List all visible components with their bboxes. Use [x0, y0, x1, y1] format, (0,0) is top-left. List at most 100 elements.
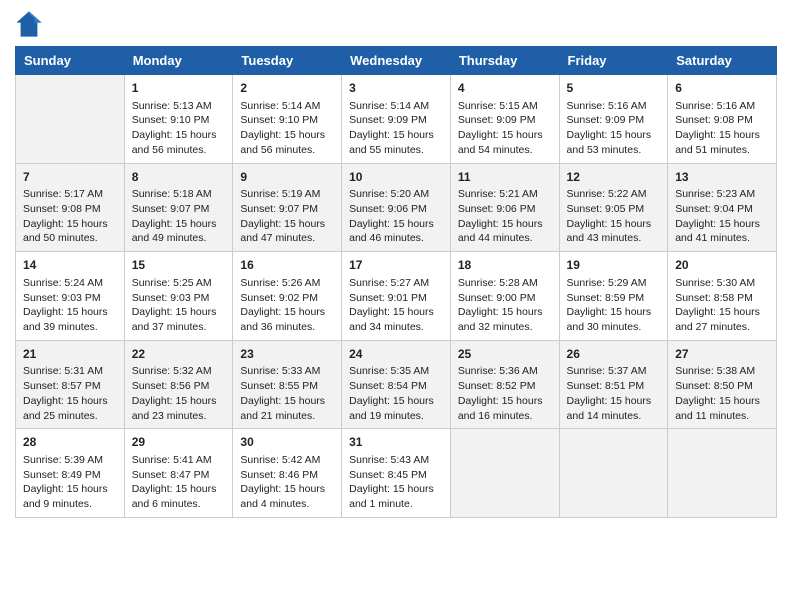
day-info: Sunrise: 5:14 AM Sunset: 9:10 PM Dayligh… — [240, 99, 334, 158]
day-number: 19 — [567, 257, 661, 274]
day-info: Sunrise: 5:25 AM Sunset: 9:03 PM Dayligh… — [132, 276, 226, 335]
day-cell: 11Sunrise: 5:21 AM Sunset: 9:06 PM Dayli… — [450, 163, 559, 252]
day-info: Sunrise: 5:19 AM Sunset: 9:07 PM Dayligh… — [240, 187, 334, 246]
week-row-1: 1Sunrise: 5:13 AM Sunset: 9:10 PM Daylig… — [16, 75, 777, 164]
col-header-wednesday: Wednesday — [342, 47, 451, 75]
day-cell: 9Sunrise: 5:19 AM Sunset: 9:07 PM Daylig… — [233, 163, 342, 252]
day-info: Sunrise: 5:37 AM Sunset: 8:51 PM Dayligh… — [567, 364, 661, 423]
week-row-4: 21Sunrise: 5:31 AM Sunset: 8:57 PM Dayli… — [16, 340, 777, 429]
day-number: 12 — [567, 169, 661, 186]
calendar-body: 1Sunrise: 5:13 AM Sunset: 9:10 PM Daylig… — [16, 75, 777, 518]
day-info: Sunrise: 5:21 AM Sunset: 9:06 PM Dayligh… — [458, 187, 552, 246]
day-number: 24 — [349, 346, 443, 363]
day-info: Sunrise: 5:16 AM Sunset: 9:08 PM Dayligh… — [675, 99, 769, 158]
day-cell: 21Sunrise: 5:31 AM Sunset: 8:57 PM Dayli… — [16, 340, 125, 429]
day-cell: 6 Sunrise: 5:16 AM Sunset: 9:08 PM Daylig… — [668, 75, 777, 164]
logo-icon — [15, 10, 43, 38]
week-row-3: 14 Sunrise: 5:24 AM Sunset: 9:03 PM Dayli… — [16, 252, 777, 341]
day-number: 28 — [23, 434, 117, 451]
day-number: 8 — [132, 169, 226, 186]
day-info: Sunrise: 5:20 AM Sunset: 9:06 PM Dayligh… — [349, 187, 443, 246]
day-cell: 27Sunrise: 5:38 AM Sunset: 8:50 PM Dayli… — [668, 340, 777, 429]
day-number: 11 — [458, 169, 552, 186]
day-number: 23 — [240, 346, 334, 363]
day-info: Sunrise: 5:13 AM Sunset: 9:10 PM Dayligh… — [132, 99, 226, 158]
day-cell: 10Sunrise: 5:20 AM Sunset: 9:06 PM Dayli… — [342, 163, 451, 252]
day-info: Sunrise: 5:27 AM Sunset: 9:01 PM Dayligh… — [349, 276, 443, 335]
day-number: 31 — [349, 434, 443, 451]
day-cell: 1Sunrise: 5:13 AM Sunset: 9:10 PM Daylig… — [124, 75, 233, 164]
day-number: 30 — [240, 434, 334, 451]
header — [15, 10, 777, 38]
day-info: Sunrise: 5:28 AM Sunset: 9:00 PM Dayligh… — [458, 276, 552, 335]
day-cell — [450, 429, 559, 518]
day-info: Sunrise: 5:39 AM Sunset: 8:49 PM Dayligh… — [23, 453, 117, 512]
day-info: Sunrise: 5:26 AM Sunset: 9:02 PM Dayligh… — [240, 276, 334, 335]
day-cell: 18 Sunrise: 5:28 AM Sunset: 9:00 PM Dayli… — [450, 252, 559, 341]
day-cell: 2 Sunrise: 5:14 AM Sunset: 9:10 PM Daylig… — [233, 75, 342, 164]
week-row-5: 28 Sunrise: 5:39 AM Sunset: 8:49 PM Dayli… — [16, 429, 777, 518]
day-info: Sunrise: 5:14 AM Sunset: 9:09 PM Dayligh… — [349, 99, 443, 158]
day-number: 25 — [458, 346, 552, 363]
day-number: 4 — [458, 80, 552, 97]
day-number: 22 — [132, 346, 226, 363]
day-cell: 12Sunrise: 5:22 AM Sunset: 9:05 PM Dayli… — [559, 163, 668, 252]
day-cell — [16, 75, 125, 164]
day-info: Sunrise: 5:38 AM Sunset: 8:50 PM Dayligh… — [675, 364, 769, 423]
day-number: 27 — [675, 346, 769, 363]
day-cell: 20 Sunrise: 5:30 AM Sunset: 8:58 PM Dayli… — [668, 252, 777, 341]
day-number: 20 — [675, 257, 769, 274]
day-cell: 14 Sunrise: 5:24 AM Sunset: 9:03 PM Dayli… — [16, 252, 125, 341]
week-row-2: 7Sunrise: 5:17 AM Sunset: 9:08 PM Daylig… — [16, 163, 777, 252]
day-cell: 30 Sunrise: 5:42 AM Sunset: 8:46 PM Dayli… — [233, 429, 342, 518]
day-info: Sunrise: 5:17 AM Sunset: 9:08 PM Dayligh… — [23, 187, 117, 246]
day-number: 14 — [23, 257, 117, 274]
day-info: Sunrise: 5:16 AM Sunset: 9:09 PM Dayligh… — [567, 99, 661, 158]
day-cell: 5Sunrise: 5:16 AM Sunset: 9:09 PM Daylig… — [559, 75, 668, 164]
day-number: 6 — [675, 80, 769, 97]
day-number: 2 — [240, 80, 334, 97]
day-info: Sunrise: 5:24 AM Sunset: 9:03 PM Dayligh… — [23, 276, 117, 335]
day-info: Sunrise: 5:15 AM Sunset: 9:09 PM Dayligh… — [458, 99, 552, 158]
day-info: Sunrise: 5:36 AM Sunset: 8:52 PM Dayligh… — [458, 364, 552, 423]
day-info: Sunrise: 5:43 AM Sunset: 8:45 PM Dayligh… — [349, 453, 443, 512]
day-number: 15 — [132, 257, 226, 274]
calendar-header: SundayMondayTuesdayWednesdayThursdayFrid… — [16, 47, 777, 75]
day-number: 18 — [458, 257, 552, 274]
day-info: Sunrise: 5:29 AM Sunset: 8:59 PM Dayligh… — [567, 276, 661, 335]
day-info: Sunrise: 5:18 AM Sunset: 9:07 PM Dayligh… — [132, 187, 226, 246]
day-info: Sunrise: 5:30 AM Sunset: 8:58 PM Dayligh… — [675, 276, 769, 335]
col-header-saturday: Saturday — [668, 47, 777, 75]
day-cell: 26Sunrise: 5:37 AM Sunset: 8:51 PM Dayli… — [559, 340, 668, 429]
day-cell: 15 Sunrise: 5:25 AM Sunset: 9:03 PM Dayli… — [124, 252, 233, 341]
day-cell — [668, 429, 777, 518]
col-header-friday: Friday — [559, 47, 668, 75]
day-cell: 25Sunrise: 5:36 AM Sunset: 8:52 PM Dayli… — [450, 340, 559, 429]
day-cell: 19 Sunrise: 5:29 AM Sunset: 8:59 PM Dayli… — [559, 252, 668, 341]
day-cell: 29Sunrise: 5:41 AM Sunset: 8:47 PM Dayli… — [124, 429, 233, 518]
day-cell: 23Sunrise: 5:33 AM Sunset: 8:55 PM Dayli… — [233, 340, 342, 429]
day-info: Sunrise: 5:33 AM Sunset: 8:55 PM Dayligh… — [240, 364, 334, 423]
day-cell: 3Sunrise: 5:14 AM Sunset: 9:09 PM Daylig… — [342, 75, 451, 164]
day-number: 10 — [349, 169, 443, 186]
day-number: 16 — [240, 257, 334, 274]
day-cell: 28 Sunrise: 5:39 AM Sunset: 8:49 PM Dayli… — [16, 429, 125, 518]
day-cell: 24Sunrise: 5:35 AM Sunset: 8:54 PM Dayli… — [342, 340, 451, 429]
day-cell: 4 Sunrise: 5:15 AM Sunset: 9:09 PM Daylig… — [450, 75, 559, 164]
day-cell: 31 Sunrise: 5:43 AM Sunset: 8:45 PM Dayli… — [342, 429, 451, 518]
day-cell: 7Sunrise: 5:17 AM Sunset: 9:08 PM Daylig… — [16, 163, 125, 252]
day-number: 21 — [23, 346, 117, 363]
day-number: 29 — [132, 434, 226, 451]
day-number: 7 — [23, 169, 117, 186]
day-cell — [559, 429, 668, 518]
calendar-table: SundayMondayTuesdayWednesdayThursdayFrid… — [15, 46, 777, 518]
day-info: Sunrise: 5:42 AM Sunset: 8:46 PM Dayligh… — [240, 453, 334, 512]
col-header-sunday: Sunday — [16, 47, 125, 75]
day-cell: 16 Sunrise: 5:26 AM Sunset: 9:02 PM Dayli… — [233, 252, 342, 341]
day-info: Sunrise: 5:22 AM Sunset: 9:05 PM Dayligh… — [567, 187, 661, 246]
logo — [15, 10, 47, 38]
day-number: 26 — [567, 346, 661, 363]
day-number: 13 — [675, 169, 769, 186]
header-row: SundayMondayTuesdayWednesdayThursdayFrid… — [16, 47, 777, 75]
day-number: 9 — [240, 169, 334, 186]
